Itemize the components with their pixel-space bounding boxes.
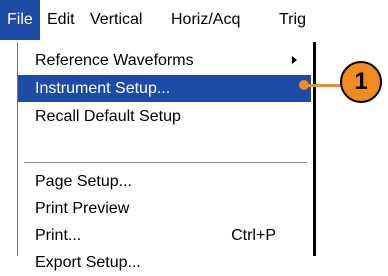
menu-item-page-setup[interactable]: Page Setup... [18,168,311,195]
menu-item-label: Page Setup... [35,173,132,190]
menu-item-label: Print Preview [35,200,130,217]
menu-item-label: Instrument Setup... [35,80,171,97]
menu-item-instrument-setup[interactable]: Instrument Setup... [18,75,311,102]
menu-item-recall-default-setup[interactable]: Recall Default Setup [18,103,311,130]
callout-badge: 1 [340,61,382,103]
menu-separator [24,162,307,164]
menu-edit[interactable]: Edit [47,0,75,40]
menu-vertical[interactable]: Vertical [90,0,142,40]
menu-item-label: Recall Default Setup [35,108,181,125]
menu-item-print[interactable]: Print... Ctrl+P [18,222,311,249]
menu-file[interactable]: File [0,0,40,40]
menu-bar: File Edit Vertical Horiz/Acq Trig [0,0,320,40]
file-dropdown-menu: Reference Waveforms Instrument Setup... … [17,42,313,271]
shortcut-label: Ctrl+P [231,227,276,244]
menu-item-export-setup[interactable]: Export Setup... [18,249,311,276]
menu-item-label: Export Setup... [35,254,141,271]
menu-item-label: Print... [35,227,82,244]
menu-horiz-acq[interactable]: Horiz/Acq [171,0,240,40]
menu-item-label: Reference Waveforms [35,52,194,69]
menu-item-reference-waveforms[interactable]: Reference Waveforms [18,47,311,74]
menu-trig[interactable]: Trig [279,0,306,40]
menu-item-print-preview[interactable]: Print Preview [18,195,311,222]
callout-dot [299,80,309,90]
submenu-arrow-icon [292,56,297,64]
